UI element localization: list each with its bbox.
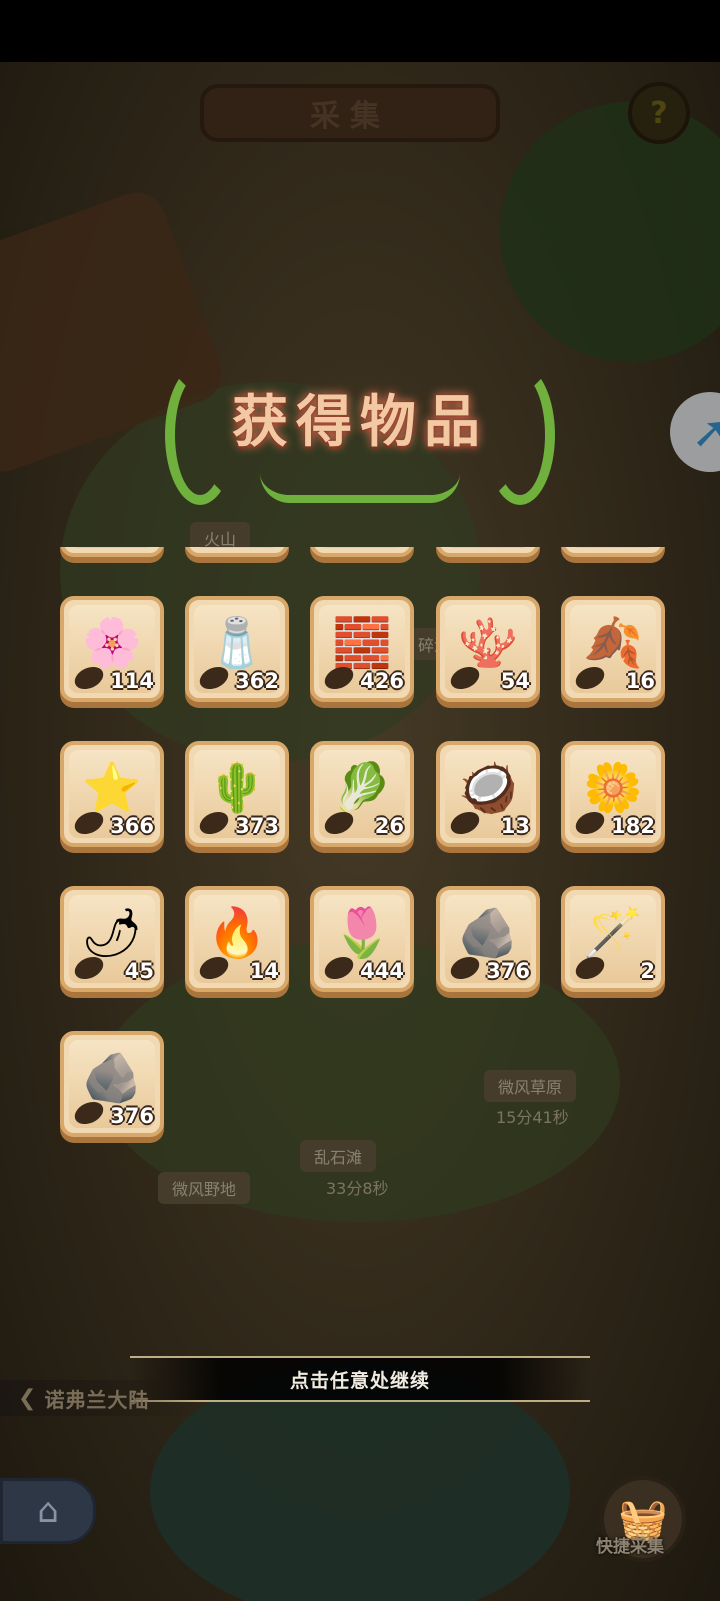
item-slot[interactable]: 🪨 376 <box>60 1031 164 1137</box>
item-slot[interactable]: 🍵2 <box>60 547 164 557</box>
item-count: 366 <box>110 814 154 838</box>
item-slot[interactable]: 🍂 16 <box>561 596 665 702</box>
item-count: 2 <box>264 547 279 548</box>
lily-bloom-icon: 🌷 <box>332 905 392 962</box>
pink-coral-icon: 🪸 <box>458 615 518 672</box>
item-count: 444 <box>360 959 404 983</box>
item-count: 373 <box>235 814 279 838</box>
question-icon[interactable]: ? <box>628 82 690 144</box>
clay-brick-icon: 🧱 <box>332 615 392 672</box>
item-slot[interactable]: 🪨 376 <box>436 886 540 992</box>
magic-wand-icon: 🪄 <box>583 905 643 962</box>
item-slot[interactable]: 🌸 114 <box>60 596 164 702</box>
item-slot[interactable]: 🌵 373 <box>185 741 289 847</box>
item-count: 182 <box>611 814 655 838</box>
item-slot-background <box>319 547 405 548</box>
item-slot[interactable]: 🌿873 <box>436 547 540 557</box>
continue-hint: 点击任意处继续 <box>289 1369 430 1392</box>
item-count: 14 <box>249 959 279 983</box>
item-slot[interactable]: ⭐ <box>310 547 414 557</box>
fire-essence-icon: 🔥 <box>207 905 267 962</box>
item-count: 376 <box>486 959 530 983</box>
item-count: 45 <box>124 959 154 983</box>
item-count: 362 <box>235 669 279 693</box>
chevron-left-icon: ❮ <box>18 1385 37 1411</box>
collect-title-banner: 采集 <box>200 84 500 142</box>
item-slot[interactable]: 🥬 26 <box>310 741 414 847</box>
item-slot[interactable]: 🌷 444 <box>310 886 414 992</box>
item-slot[interactable]: 🌾268 <box>561 547 665 557</box>
reward-title: 获得物品 <box>232 389 488 455</box>
item-slot[interactable]: 🧱 426 <box>310 596 414 702</box>
item-count: 114 <box>110 669 154 693</box>
item-slot[interactable]: 🔷2 <box>185 547 289 557</box>
thorny-branch-icon: 🌵 <box>207 760 267 817</box>
blue-flower-icon: 🌸 <box>82 615 142 672</box>
vine-ornament-icon <box>260 473 460 503</box>
map-label-breeze-wild: 微风野地 <box>158 1172 251 1204</box>
white-flower-icon: 🌼 <box>583 760 643 817</box>
map-timer-rocky-beach: 33分8秒 <box>326 1179 389 1198</box>
page-title: 采集 <box>310 99 390 134</box>
item-count: 13 <box>500 814 530 838</box>
item-count: 26 <box>374 814 404 838</box>
item-slot[interactable]: 🥥 13 <box>436 741 540 847</box>
item-slot[interactable]: 🪄 2 <box>561 886 665 992</box>
item-count: 2 <box>139 547 154 548</box>
item-slot[interactable]: ⭐ 366 <box>60 741 164 847</box>
quick-collect-label: 快捷采集 <box>596 1537 664 1557</box>
item-count: 16 <box>625 669 655 693</box>
item-slot[interactable]: 🪸 54 <box>436 596 540 702</box>
ember-ore-icon: 🪨 <box>82 1050 142 1107</box>
region-name: 诺弗兰大陆 <box>44 1387 150 1412</box>
radish-icon: 🥬 <box>332 760 392 817</box>
rune-stone-icon: 🪨 <box>458 905 518 962</box>
region-nav[interactable]: ❮ 诺弗兰大陆 <box>0 1380 200 1416</box>
item-slot[interactable]: 🌶 45 <box>60 886 164 992</box>
salt-crystals-icon: 🧂 <box>207 615 267 672</box>
item-slot[interactable]: 🧂 362 <box>185 596 289 702</box>
item-count: 873 <box>486 547 530 548</box>
reward-title-banner: 获得物品 <box>165 355 555 515</box>
coconut-icon: 🥥 <box>458 760 518 817</box>
item-slot[interactable]: 🔥 14 <box>185 886 289 992</box>
item-count: 268 <box>611 547 655 548</box>
home-icon[interactable]: ⌂ <box>0 1478 96 1544</box>
red-pepper-icon: 🌶 <box>81 905 143 962</box>
item-slot[interactable]: 🌼 182 <box>561 741 665 847</box>
status-bar <box>0 0 720 62</box>
item-count: 376 <box>110 1104 154 1128</box>
reward-item-grid[interactable]: 🍵2🔷2⭐🌿873🌾268🌸114🧂362🧱426🪸54🍂16⭐366🌵373🥬… <box>60 547 670 1164</box>
purple-kelp-icon: 🍂 <box>583 615 643 672</box>
item-count: 426 <box>360 669 404 693</box>
item-count: 2 <box>640 959 655 983</box>
item-count: 54 <box>500 669 530 693</box>
gold-star-icon: ⭐ <box>82 760 142 817</box>
